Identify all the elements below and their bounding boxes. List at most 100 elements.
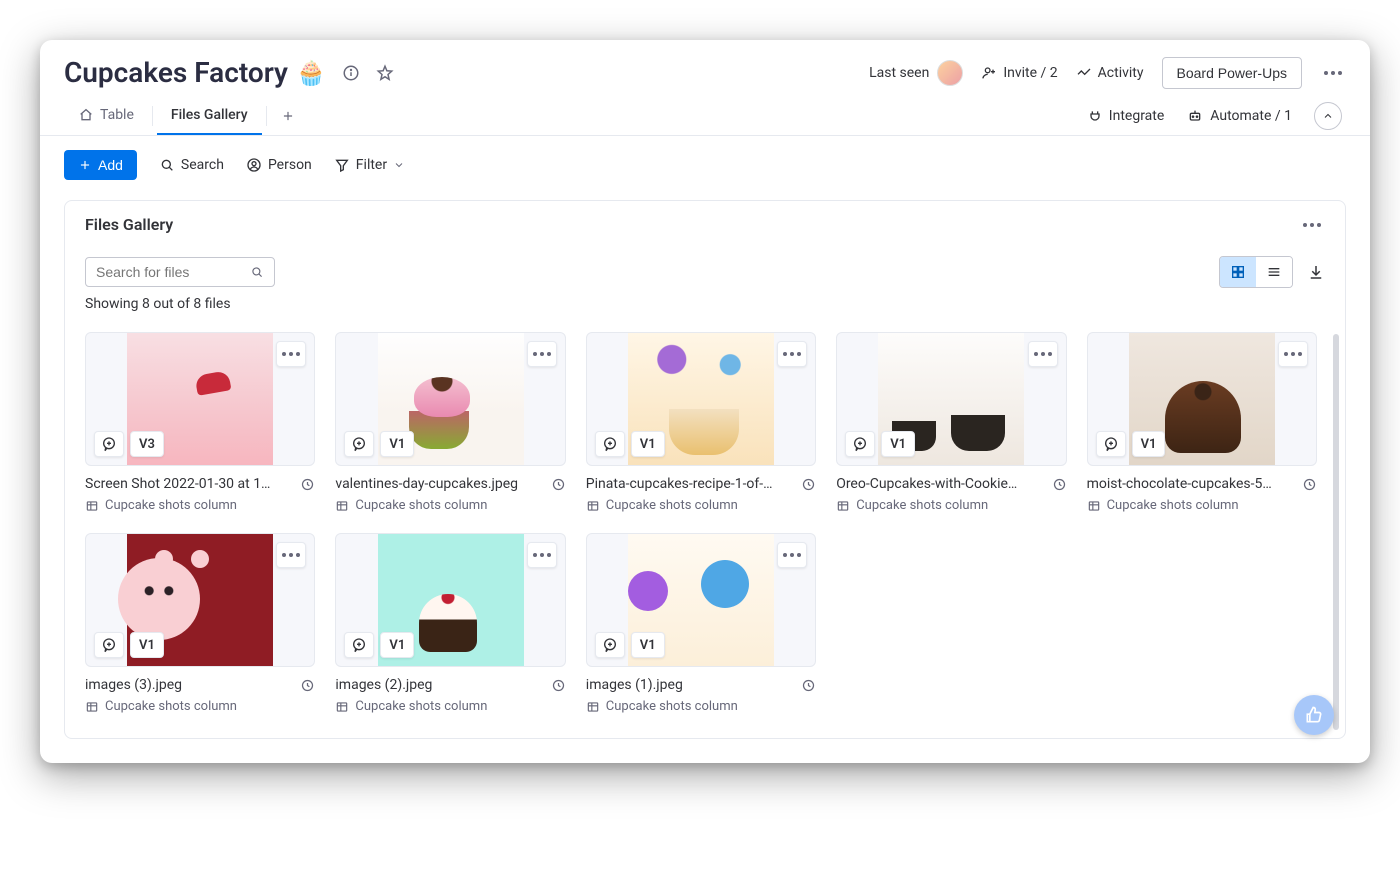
integrate-link[interactable]: Integrate [1087, 108, 1165, 124]
column-label: Cupcake shots column [606, 699, 738, 714]
chevron-down-icon [393, 159, 405, 171]
column-icon [1087, 499, 1101, 513]
column-label: Cupcake shots column [105, 699, 237, 714]
tabs-row: Table Files Gallery Integrate Automate /… [40, 97, 1370, 136]
card-more-button[interactable] [527, 542, 557, 568]
search-label: Search [181, 157, 224, 173]
filter-tool[interactable]: Filter [334, 157, 405, 173]
activity-link[interactable]: Activity [1076, 65, 1144, 81]
column-label: Cupcake shots column [856, 498, 988, 513]
file-thumbnail[interactable]: V1 [335, 533, 565, 667]
card-more-button[interactable] [276, 341, 306, 367]
scrollbar[interactable] [1333, 334, 1339, 730]
search-tool[interactable]: Search [159, 157, 224, 173]
version-badge: V1 [380, 632, 414, 658]
file-card[interactable]: V1 images (2).jpeg Cupcake shots column [335, 533, 565, 714]
grid-view-button[interactable] [1220, 257, 1256, 287]
automate-label: Automate / 1 [1210, 108, 1292, 124]
annotate-button[interactable] [595, 632, 625, 658]
file-thumbnail[interactable]: V1 [586, 332, 816, 466]
column-icon [335, 700, 349, 714]
add-view-button[interactable] [271, 99, 305, 133]
column-icon [85, 700, 99, 714]
version-badge: V1 [380, 431, 414, 457]
column-icon [836, 499, 850, 513]
header-more-button[interactable] [1320, 67, 1346, 79]
version-badge: V1 [130, 632, 164, 658]
file-thumbnail[interactable]: V1 [1087, 332, 1317, 466]
card-more-button[interactable] [1028, 341, 1058, 367]
speech-plus-icon [602, 436, 618, 452]
column-icon [85, 499, 99, 513]
speech-plus-icon [351, 436, 367, 452]
download-all-button[interactable] [1307, 263, 1325, 281]
home-icon [78, 107, 94, 123]
annotate-button[interactable] [344, 632, 374, 658]
file-name: Pinata-cupcakes-recipe-1-of-… [586, 476, 773, 492]
tab-table[interactable]: Table [64, 97, 148, 135]
chevron-up-icon [1322, 110, 1334, 122]
view-toggle [1219, 256, 1293, 288]
annotate-button[interactable] [595, 431, 625, 457]
file-card[interactable]: V1 Pinata-cupcakes-recipe-1-of-… Cupcake… [586, 332, 816, 513]
version-badge: V1 [881, 431, 915, 457]
board-header: Cupcakes Factory 🧁 Last seen Invite / 2 … [40, 40, 1370, 97]
annotate-button[interactable] [344, 431, 374, 457]
clock-icon [1052, 477, 1067, 492]
help-bubble-button[interactable] [1294, 695, 1334, 735]
tab-files-gallery[interactable]: Files Gallery [157, 97, 262, 135]
automate-link[interactable]: Automate / 1 [1186, 108, 1292, 124]
file-card[interactable]: V1 images (3).jpeg Cupcake shots column [85, 533, 315, 714]
last-seen-label: Last seen [869, 65, 929, 81]
panel-more-button[interactable] [1299, 219, 1325, 231]
toolbar: Add Search Person Filter [40, 136, 1370, 188]
star-icon[interactable] [374, 62, 396, 84]
invite-button[interactable]: Invite / 2 [981, 65, 1057, 81]
card-more-button[interactable] [777, 341, 807, 367]
person-icon [246, 157, 262, 173]
file-name: images (2).jpeg [335, 677, 432, 693]
card-more-button[interactable] [1278, 341, 1308, 367]
info-icon[interactable] [340, 62, 362, 84]
last-seen[interactable]: Last seen [869, 60, 963, 86]
file-card[interactable]: V1 images (1).jpeg Cupcake shots column [586, 533, 816, 714]
list-view-button[interactable] [1256, 257, 1292, 287]
file-thumbnail[interactable]: V1 [335, 332, 565, 466]
file-card[interactable]: V3 Screen Shot 2022-01-30 at 1… Cupcake … [85, 332, 315, 513]
annotate-button[interactable] [845, 431, 875, 457]
file-thumbnail[interactable]: V1 [85, 533, 315, 667]
file-card[interactable]: V1 valentines-day-cupcakes.jpeg Cupcake … [335, 332, 565, 513]
file-card[interactable]: V1 Oreo-Cupcakes-with-Cookie… Cupcake sh… [836, 332, 1066, 513]
file-thumbnail[interactable]: V1 [836, 332, 1066, 466]
file-thumbnail[interactable]: V1 [586, 533, 816, 667]
file-name: Screen Shot 2022-01-30 at 1… [85, 476, 270, 492]
file-thumbnail[interactable]: V3 [85, 332, 315, 466]
annotate-button[interactable] [94, 431, 124, 457]
search-icon [250, 264, 264, 280]
person-add-icon [981, 65, 997, 81]
column-label: Cupcake shots column [355, 699, 487, 714]
collapse-button[interactable] [1314, 102, 1342, 130]
clock-icon [300, 678, 315, 693]
annotate-button[interactable] [94, 632, 124, 658]
board-title: Cupcakes Factory [64, 56, 288, 89]
tab-table-label: Table [100, 107, 134, 123]
files-search-box[interactable] [85, 257, 275, 287]
filter-icon [334, 157, 350, 173]
files-search-input[interactable] [96, 264, 242, 280]
card-more-button[interactable] [276, 542, 306, 568]
clock-icon [551, 678, 566, 693]
annotate-button[interactable] [1096, 431, 1126, 457]
add-button[interactable]: Add [64, 150, 137, 180]
power-ups-button[interactable]: Board Power-Ups [1162, 57, 1303, 89]
file-name: images (3).jpeg [85, 677, 182, 693]
files-grid: V3 Screen Shot 2022-01-30 at 1… Cupcake … [65, 326, 1345, 738]
card-more-button[interactable] [777, 542, 807, 568]
file-card[interactable]: V1 moist-chocolate-cupcakes-5… Cupcake s… [1087, 332, 1317, 513]
plus-icon [78, 158, 92, 172]
speech-plus-icon [1103, 436, 1119, 452]
person-tool[interactable]: Person [246, 157, 312, 173]
speech-plus-icon [101, 436, 117, 452]
card-more-button[interactable] [527, 341, 557, 367]
search-icon [159, 157, 175, 173]
